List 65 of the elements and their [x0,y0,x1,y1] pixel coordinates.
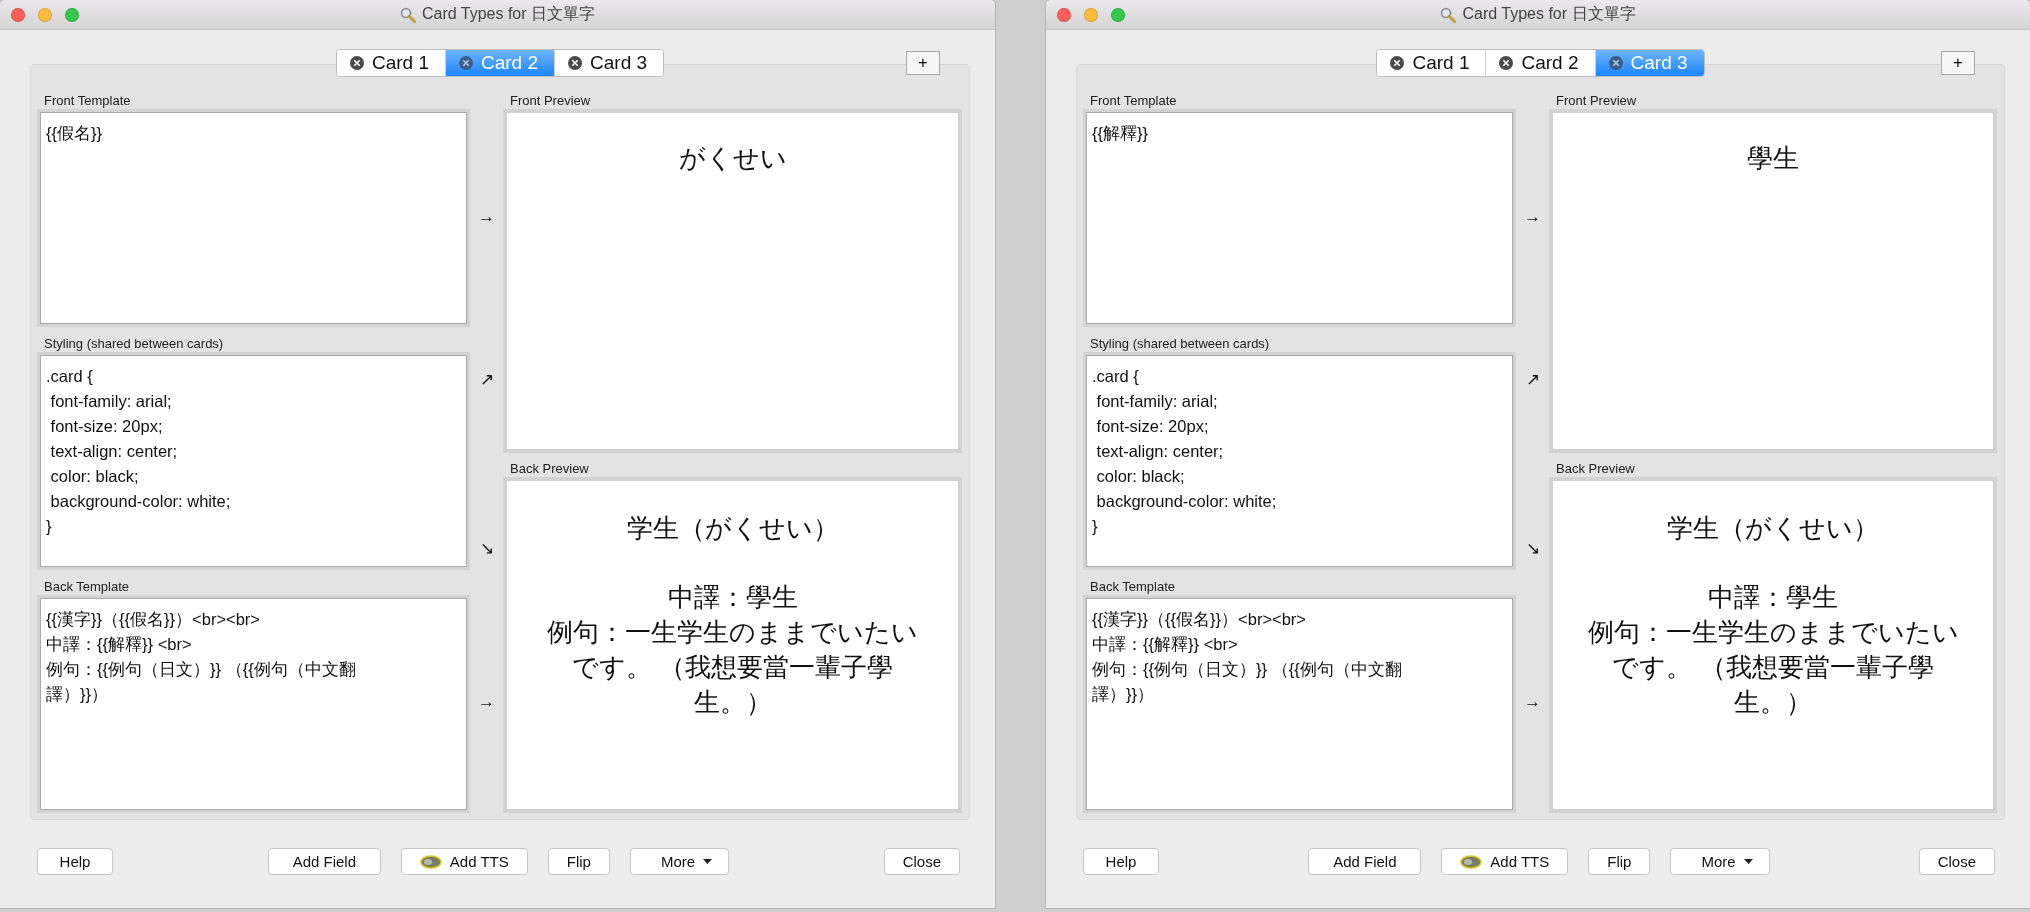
section-label: Styling (shared between cards) [1089,335,1271,353]
section-label: Back Template [43,578,131,596]
caret-icon [1743,859,1753,864]
section-label: Front Template [1089,92,1178,110]
flow-arrow: → [1524,692,1541,712]
dialog-button[interactable]: Flip [1588,848,1651,875]
preview-heading: 学生（がくせい） [626,512,839,545]
dialog-button[interactable]: Add TTS [1441,848,1569,875]
front-template-editor[interactable]: {{解釋}} [1086,112,1513,324]
more-button[interactable]: More [1670,848,1770,875]
dialog-button[interactable]: Flip [547,848,610,875]
search-icon [399,6,416,23]
flow-arrow: ↗ [479,370,494,390]
flow-arrow: ↘ [479,539,494,559]
more-button[interactable]: More [629,848,730,875]
add-tab-button[interactable]: + [906,51,940,75]
close-window-button[interactable] [11,7,25,22]
dialog-button[interactable]: Add TTS [400,848,528,875]
flow-arrow: ↗ [1525,370,1540,390]
add-tab-button[interactable]: + [1941,51,1975,75]
speaker-icon [1460,854,1483,869]
window-title: Card Types for 日文單字 [421,4,596,24]
zoom-window-button[interactable] [1111,7,1125,22]
front-template-editor[interactable]: {{假名}} [40,112,467,324]
preview-text: 例句：一生学生のままでいたいです。 （我想要當一輩子學生。） [546,616,919,719]
section-label: Back Preview [509,460,590,478]
preview-text: 中譯：學生 [1708,581,1838,614]
flow-arrow: → [1524,207,1541,227]
section-label: Front Preview [509,92,592,110]
flow-arrow: ↘ [1525,539,1540,559]
dialog-button[interactable]: Close [883,848,960,875]
close-icon[interactable] [1390,56,1405,70]
window-title: Card Types for 日文單字 [1462,4,1636,24]
dialog-button[interactable]: Add Field [267,848,381,875]
back-template-editor[interactable]: {{漢字}}（{{假名}}）<br><br> 中譯：{{解釋}} <br> 例句：{{例句（日文）}} （{{例句（中文翻譯）}}） [1086,598,1513,810]
speaker-icon [419,854,442,869]
section-label: Back Template [1089,578,1177,596]
dialog-button[interactable]: Close [1918,848,1995,875]
close-window-button[interactable] [1057,7,1071,22]
flow-arrow: → [478,207,495,227]
section-label: Styling (shared between cards) [43,335,225,353]
preview-text: 例句：一生学生のままでいたいです。 （我想要當一輩子學生。） [1586,616,1960,719]
dialog-button[interactable]: Help [1083,848,1159,875]
caret-icon [703,859,713,864]
section-label: Front Template [43,92,132,110]
section-label: Front Preview [1555,92,1638,110]
close-icon[interactable] [1608,56,1623,70]
styling-editor[interactable]: .card { font-family: arial; font-size: 20px; text-align: center; color: black; background-color: white; } [1086,355,1513,567]
flow-arrow: → [478,692,495,712]
close-icon[interactable] [1499,56,1514,70]
close-icon[interactable] [568,56,582,70]
dialog-button[interactable]: Help [37,848,113,875]
zoom-window-button[interactable] [65,7,79,22]
close-icon[interactable] [459,56,473,70]
search-icon [1440,6,1457,23]
preview-text: 學生 [1746,142,1800,175]
close-icon[interactable] [349,56,364,70]
section-label: Back Preview [1555,460,1636,478]
preview-heading: 学生（がくせい） [1667,512,1879,545]
dialog-button[interactable]: Add Field [1308,848,1422,875]
tab[interactable]: Card 3 [554,50,664,76]
styling-editor[interactable]: .card { font-family: arial; font-size: 20px; text-align: center; color: black; background-color: white; } [40,355,467,567]
preview-text: がくせい [677,142,788,175]
back-template-editor[interactable]: {{漢字}}（{{假名}}）<br><br> 中譯：{{解釋}} <br> 例句：{{例句（日文）}} （{{例句（中文翻譯）}}） [40,598,467,810]
preview-text: 中譯：學生 [667,581,798,614]
